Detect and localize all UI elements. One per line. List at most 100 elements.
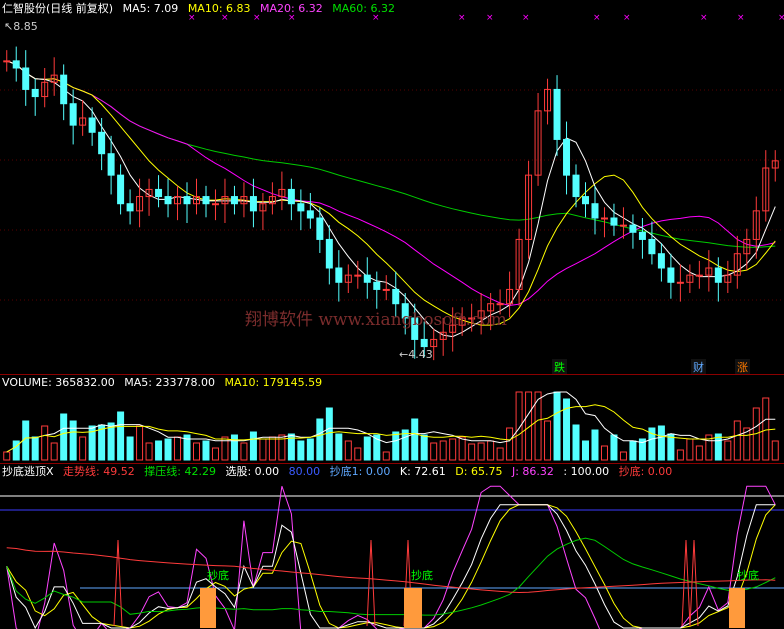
volume-bar bbox=[468, 443, 476, 461]
select-value: 选股: 0.00 bbox=[225, 465, 280, 478]
ma20-value: MA20: 6.32 bbox=[260, 2, 323, 15]
event-marker: × bbox=[522, 13, 530, 23]
event-marker: × bbox=[458, 13, 466, 23]
volume-bar bbox=[676, 449, 684, 461]
volume-bar bbox=[98, 424, 106, 461]
d-line bbox=[6, 504, 776, 629]
support-line-value: 撑压线: 42.29 bbox=[144, 465, 216, 478]
candle-body bbox=[3, 60, 11, 63]
ma10-value: MA10: 6.83 bbox=[187, 2, 251, 15]
volume-bar bbox=[401, 429, 409, 461]
buy-signal-bar bbox=[729, 588, 745, 628]
volume-bar bbox=[136, 425, 144, 461]
candle-body bbox=[553, 88, 561, 140]
volume-bar bbox=[344, 440, 352, 461]
chaodi1-value: 抄底1: 0.00 bbox=[329, 465, 391, 478]
trend-spike bbox=[113, 539, 123, 627]
buy-signal-bar bbox=[404, 588, 422, 628]
candle-body bbox=[667, 267, 675, 283]
candle-body bbox=[117, 174, 125, 205]
volume-bar bbox=[487, 440, 495, 461]
low-marker: ←4.43 bbox=[399, 348, 433, 361]
volume-bar bbox=[306, 438, 314, 461]
candle-body bbox=[325, 238, 333, 269]
watermark: 翔博软件 www.xiangbosoft.com bbox=[245, 310, 507, 330]
volume-bar bbox=[268, 436, 276, 461]
candle-body bbox=[155, 188, 163, 198]
trend-line-value: 走势线: 49.52 bbox=[63, 465, 135, 478]
volume-bar bbox=[657, 425, 665, 461]
candle-body bbox=[373, 281, 381, 290]
volume-bar bbox=[354, 447, 362, 461]
volume-bar bbox=[771, 440, 779, 461]
volume-ma10: MA10: 179145.59 bbox=[224, 376, 323, 389]
separator-volume bbox=[0, 374, 784, 375]
volume-bar bbox=[69, 420, 77, 461]
price-legend: 仁智股份(日线 前复权) MA5: 7.09 MA10: 6.83 MA20: … bbox=[2, 2, 401, 15]
ma60-line bbox=[6, 60, 776, 248]
volume-ma5: MA5: 233778.00 bbox=[124, 376, 215, 389]
volume-bar bbox=[515, 391, 523, 461]
volume-bar bbox=[174, 436, 182, 461]
volume-bar bbox=[477, 442, 485, 461]
volume-bar bbox=[335, 433, 343, 461]
volume-bar bbox=[439, 440, 447, 461]
volume-bar bbox=[553, 391, 561, 461]
candle-body bbox=[31, 88, 39, 98]
indicator-name: 抄底逃顶X bbox=[2, 465, 54, 478]
support-line bbox=[6, 537, 776, 616]
volume-bar bbox=[316, 418, 324, 461]
candle-body bbox=[287, 188, 295, 205]
tag-zhang: 涨 bbox=[735, 359, 750, 375]
volume-bar bbox=[695, 445, 703, 461]
volume-bar bbox=[107, 422, 115, 461]
candle-body bbox=[610, 217, 618, 226]
separator-indicator bbox=[0, 463, 784, 464]
volume-bar bbox=[249, 431, 257, 461]
volume-bar bbox=[50, 442, 58, 461]
volume-bar bbox=[382, 451, 390, 461]
event-marker: × bbox=[778, 13, 784, 23]
volume-bar bbox=[3, 451, 11, 461]
volume-bar bbox=[60, 413, 68, 461]
candle-body bbox=[563, 138, 571, 176]
candle-body bbox=[316, 217, 324, 240]
candle-body bbox=[572, 174, 580, 198]
volume-bar bbox=[41, 425, 49, 461]
candle-body bbox=[648, 238, 656, 255]
volume-bar bbox=[117, 411, 125, 461]
candle-body bbox=[363, 274, 371, 283]
event-marker: × bbox=[737, 13, 745, 23]
chaodi-value: 抄底: 0.00 bbox=[618, 465, 673, 478]
volume-bar bbox=[240, 442, 248, 461]
volume-bar bbox=[458, 436, 466, 461]
volume-bar bbox=[610, 434, 618, 461]
candle-body bbox=[638, 231, 646, 240]
event-marker: × bbox=[593, 13, 601, 23]
volume-bar bbox=[762, 397, 770, 461]
candle-body bbox=[335, 267, 343, 283]
low-label: 4.43 bbox=[408, 348, 433, 361]
candle-body bbox=[22, 67, 30, 90]
volume-bar bbox=[430, 442, 438, 461]
candle-body bbox=[420, 338, 428, 348]
volume-bar bbox=[230, 434, 238, 461]
buy-signal-label-3: 抄底 bbox=[737, 569, 759, 582]
volume-bar bbox=[193, 442, 200, 461]
candle-body bbox=[695, 274, 703, 277]
volume-bar bbox=[31, 436, 39, 461]
level-80: 80.00 bbox=[288, 465, 321, 478]
volume-bar bbox=[619, 451, 627, 461]
volume-bar bbox=[411, 418, 419, 461]
candle-body bbox=[306, 210, 314, 219]
volume-bar bbox=[506, 427, 514, 461]
volume-bar bbox=[420, 434, 428, 461]
ma60-value: MA60: 6.32 bbox=[332, 2, 395, 15]
ma5-value: MA5: 7.09 bbox=[122, 2, 179, 15]
volume-bar bbox=[392, 431, 400, 461]
candle-body bbox=[619, 224, 627, 227]
candle-body bbox=[714, 267, 722, 283]
volume-bar bbox=[79, 436, 87, 461]
indicator-legend: 抄底逃顶X 走势线: 49.52 撑压线: 42.29 选股: 0.00 80.… bbox=[2, 465, 678, 478]
volume-bar bbox=[259, 438, 267, 461]
